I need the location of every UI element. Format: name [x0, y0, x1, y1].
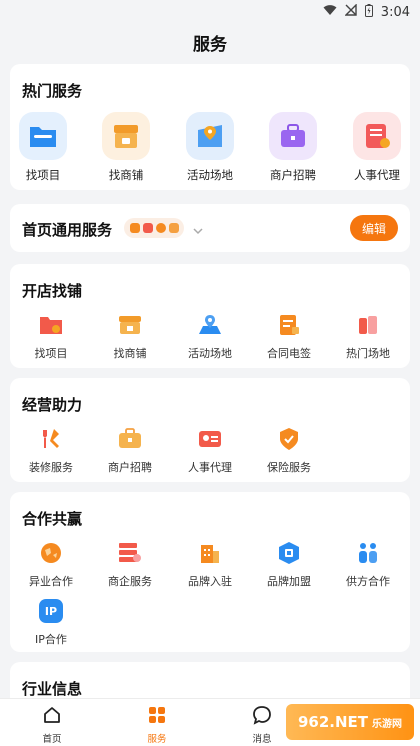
- svc-label: 异业合作: [29, 575, 73, 588]
- contract-mini-icon: [168, 223, 179, 233]
- cooperation-title: 合作共赢: [22, 510, 83, 528]
- hot-item-label: 活动场地: [187, 168, 233, 182]
- server-icon: [117, 540, 143, 566]
- hot-item-label: 商户招聘: [270, 168, 316, 182]
- tools-mini-icon: [142, 223, 153, 233]
- nav-home[interactable]: 首页: [22, 705, 82, 745]
- folder-icon: [38, 312, 64, 338]
- briefcase-icon: [117, 426, 143, 452]
- svc-label: 商户招聘: [108, 461, 152, 474]
- globe-icon: [38, 540, 64, 566]
- nav-home-label: 首页: [42, 734, 62, 745]
- storefront-icon: [117, 312, 143, 338]
- home-icon: [22, 705, 82, 729]
- open-store-item-contract[interactable]: 合同电签: [249, 312, 329, 361]
- watermark-subtext: 乐游网: [372, 718, 403, 730]
- svc-label: 人事代理: [188, 461, 232, 474]
- industry-info-title: 行业信息: [22, 680, 83, 698]
- open-store-item-venue[interactable]: 活动场地: [170, 312, 250, 361]
- briefcase-icon: [269, 112, 317, 160]
- business-item-renovation[interactable]: 装修服务: [11, 426, 91, 475]
- page-title: 服务: [193, 35, 227, 55]
- watermark-text: 962.NET: [297, 713, 369, 731]
- nav-service[interactable]: 服务: [127, 705, 187, 745]
- folder-icon: [19, 112, 67, 160]
- chat-icon: [232, 705, 292, 729]
- svc-label: 找项目: [34, 347, 68, 360]
- hot-item-hr[interactable]: 人事代理: [342, 112, 412, 183]
- grid-icon: [127, 705, 187, 729]
- business-item-recruit[interactable]: 商户招聘: [90, 426, 170, 475]
- ip-glyph: IP: [39, 599, 63, 623]
- svc-label: 合同电签: [267, 347, 311, 360]
- contract-icon: [276, 312, 302, 338]
- hot-item-label: 找商铺: [108, 168, 144, 182]
- shop-mini-icon: [129, 223, 140, 233]
- hot-services-title: 热门服务: [22, 82, 83, 100]
- open-store-item-hot-venue[interactable]: 热门场地: [328, 312, 408, 361]
- id-card-icon: [353, 112, 401, 160]
- svc-label: 品牌加盟: [267, 575, 311, 588]
- map-pin-icon: [186, 112, 234, 160]
- svc-label: 供方合作: [346, 575, 390, 588]
- svc-label: 保险服务: [267, 461, 311, 474]
- coop-item-cross-industry[interactable]: 异业合作: [11, 540, 91, 589]
- open-store-item-find-shop[interactable]: 找商铺: [90, 312, 170, 361]
- svc-label: 热门场地: [346, 347, 390, 360]
- hot-item-label: 找项目: [25, 168, 61, 182]
- coop-item-ip[interactable]: IP IP合作: [11, 598, 91, 647]
- hot-services-card: 热门服务 找项目 找商铺 活动场地 商户招聘 人事代理: [10, 64, 410, 190]
- tools-icon: [38, 426, 64, 452]
- nav-messages-label: 消息: [252, 734, 272, 745]
- common-services-card: 首页通用服务 编辑: [10, 204, 410, 252]
- cooperation-card: 合作共赢 异业合作 商企服务 品牌入驻 品牌加盟 供方合作 IP IP合作: [10, 492, 410, 652]
- open-store-card: 开店找铺 找项目 找商铺 活动场地 合同电签 热门场地: [10, 264, 410, 368]
- hot-item-recruit[interactable]: 商户招聘: [258, 112, 328, 183]
- nav-service-label: 服务: [147, 734, 167, 745]
- svc-label: 找商铺: [113, 347, 147, 360]
- common-services-title: 首页通用服务: [22, 221, 113, 239]
- hot-item-label: 人事代理: [354, 168, 400, 182]
- battery-icon: [364, 3, 373, 21]
- coop-item-brand-entry[interactable]: 品牌入驻: [170, 540, 250, 589]
- id-card-icon: [197, 426, 223, 452]
- nav-messages[interactable]: 消息: [232, 705, 292, 745]
- business-help-card: 经营助力 装修服务 商户招聘 人事代理 保险服务: [10, 378, 410, 482]
- svc-label: IP合作: [35, 633, 67, 646]
- svc-label: 活动场地: [188, 347, 232, 360]
- site-watermark-logo: 962.NET 乐游网: [286, 704, 414, 740]
- storefront-icon: [102, 112, 150, 160]
- svc-label: 装修服务: [29, 461, 73, 474]
- map-pin-icon: [197, 312, 223, 338]
- wifi-icon: [323, 4, 337, 20]
- venue-icon: [355, 312, 381, 338]
- hot-item-venue[interactable]: 活动场地: [175, 112, 245, 183]
- common-services-preview[interactable]: [124, 218, 184, 238]
- coop-item-supplier[interactable]: 供方合作: [328, 540, 408, 589]
- coop-item-franchise[interactable]: 品牌加盟: [249, 540, 329, 589]
- business-help-title: 经营助力: [22, 396, 83, 414]
- people-icon: [355, 540, 381, 566]
- business-item-insurance[interactable]: 保险服务: [249, 426, 329, 475]
- building-icon: [197, 540, 223, 566]
- edit-button[interactable]: 编辑: [350, 215, 398, 241]
- status-time: 3:04: [380, 4, 410, 20]
- status-bar: 3:04: [0, 0, 420, 24]
- open-store-item-find-project[interactable]: 找项目: [11, 312, 91, 361]
- brand-icon: [276, 540, 302, 566]
- hot-item-find-shop[interactable]: 找商铺: [91, 112, 161, 183]
- hot-item-find-project[interactable]: 找项目: [8, 112, 78, 183]
- svc-label: 商企服务: [108, 575, 152, 588]
- globe-mini-icon: [155, 223, 166, 233]
- open-store-title: 开店找铺: [22, 282, 83, 300]
- business-item-hr[interactable]: 人事代理: [170, 426, 250, 475]
- coop-item-enterprise[interactable]: 商企服务: [90, 540, 170, 589]
- svc-label: 品牌入驻: [188, 575, 232, 588]
- no-signal-icon: [344, 3, 357, 20]
- chevron-down-icon[interactable]: [192, 221, 204, 240]
- shield-icon: [276, 426, 302, 452]
- ip-icon: IP: [38, 598, 64, 624]
